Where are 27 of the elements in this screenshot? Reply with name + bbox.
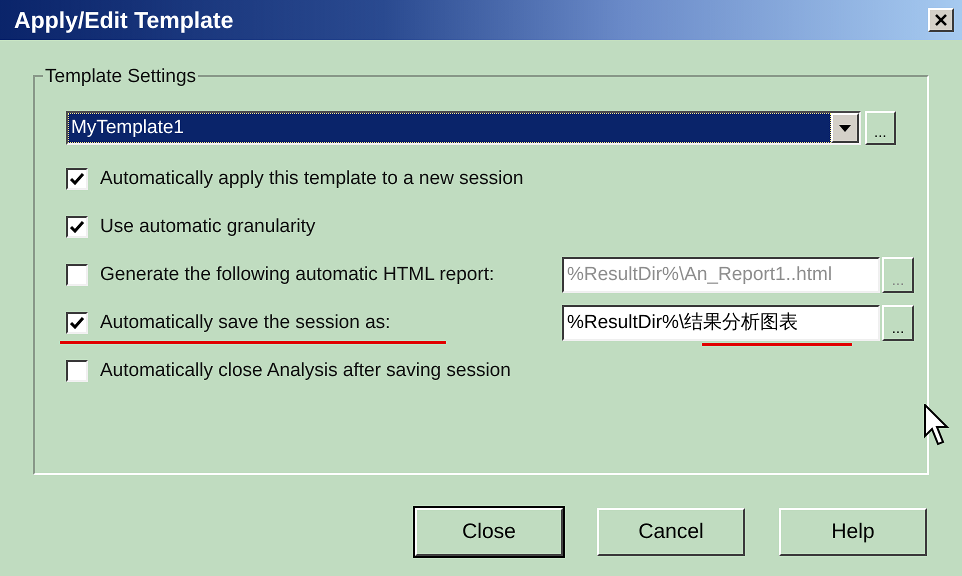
checkbox-label: Automatically apply this template to a new session bbox=[100, 166, 524, 191]
checkmark-icon bbox=[70, 173, 84, 185]
dropdown-arrow-button[interactable] bbox=[830, 113, 859, 143]
checkbox[interactable] bbox=[66, 264, 88, 286]
checkbox-label: Automatically save the session as: bbox=[100, 310, 392, 335]
dialog-button[interactable]: Close bbox=[415, 508, 563, 556]
close-icon bbox=[934, 13, 948, 27]
browse-button[interactable]: ... bbox=[882, 305, 914, 341]
path-field[interactable]: %ResultDir%\结果分析图表 bbox=[562, 305, 880, 341]
checkmark-icon bbox=[70, 221, 84, 233]
window-title: Apply/Edit Template bbox=[14, 6, 234, 35]
checkmark-icon bbox=[70, 317, 84, 329]
checkbox[interactable] bbox=[66, 360, 88, 382]
template-dropdown[interactable]: MyTemplate1 bbox=[66, 111, 861, 145]
checkbox[interactable] bbox=[66, 216, 88, 238]
checkbox-label: Use automatic granularity bbox=[100, 214, 316, 239]
browse-button[interactable]: ... bbox=[864, 111, 896, 145]
checkbox-label: Automatically close Analysis after saving session bbox=[100, 358, 512, 383]
dialog-button[interactable]: Cancel bbox=[597, 508, 745, 556]
mouse-pointer-icon bbox=[924, 404, 950, 446]
checkbox-label: Generate the following automatic HTML report: bbox=[100, 262, 496, 287]
checkbox[interactable] bbox=[66, 312, 88, 334]
caret-icon bbox=[838, 124, 851, 132]
dialog-button[interactable]: Help bbox=[779, 508, 927, 556]
dropdown-value: MyTemplate1 bbox=[68, 113, 831, 143]
checkbox[interactable] bbox=[66, 168, 88, 190]
close-button[interactable] bbox=[928, 8, 954, 32]
